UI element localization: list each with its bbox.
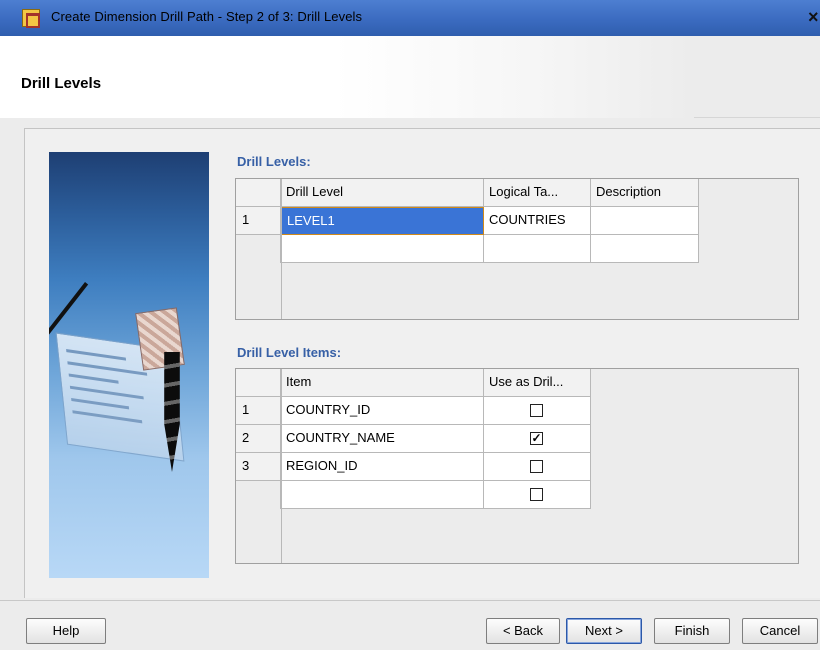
column-header-description[interactable]: Description [591,179,699,207]
use-as-drill-cell [484,481,591,509]
column-header-use-as-drill[interactable]: Use as Dril... [484,369,591,397]
row-header-corner [236,179,281,207]
drill-level-cell[interactable]: LEVEL1 [281,207,484,235]
use-as-drill-cell [484,453,591,481]
drill-level-cell[interactable] [281,235,484,263]
drill-level-items-table: Item Use as Dril... 1 COUNTRY_ID 2 COUNT… [235,368,799,564]
row-number: 1 [236,397,281,425]
description-cell[interactable] [591,207,699,235]
header-gradient [334,36,694,118]
checkbox-icon[interactable] [530,404,543,417]
item-cell[interactable]: REGION_ID [281,453,484,481]
row-number: 3 [236,453,281,481]
column-header-logical-table[interactable]: Logical Ta... [484,179,591,207]
logical-table-cell[interactable] [484,235,591,263]
use-as-drill-cell [484,397,591,425]
help-button[interactable]: Help [26,618,106,644]
logical-table-cell[interactable]: COUNTRIES [484,207,591,235]
drill-level-items-label: Drill Level Items: [237,345,342,360]
use-as-drill-cell: ✓ [484,425,591,453]
drill-levels-table: Drill Level Logical Ta... Description 1 … [235,178,799,320]
row-number: 1 [236,207,281,235]
row-header-corner [236,369,281,397]
footer-divider [0,600,820,601]
cancel-button[interactable]: Cancel [742,618,818,644]
checkbox-icon[interactable] [530,488,543,501]
checkbox-icon[interactable] [530,460,543,473]
back-button[interactable]: < Back [486,618,560,644]
close-icon[interactable]: × [808,7,819,28]
next-button[interactable]: Next > [566,618,642,644]
checkbox-icon[interactable]: ✓ [530,432,543,445]
description-cell[interactable] [591,235,699,263]
column-header-item[interactable]: Item [281,369,484,397]
item-cell[interactable] [281,481,484,509]
window-title: Create Dimension Drill Path - Step 2 of … [51,9,363,24]
app-icon [22,9,40,28]
finish-button[interactable]: Finish [654,618,730,644]
item-cell[interactable]: COUNTRY_NAME [281,425,484,453]
row-number [236,235,281,263]
row-number [236,481,281,509]
row-number: 2 [236,425,281,453]
drill-levels-label: Drill Levels: [237,154,311,169]
item-cell[interactable]: COUNTRY_ID [281,397,484,425]
wizard-illustration [49,152,209,578]
page-title: Drill Levels [21,75,102,92]
column-header-drill-level[interactable]: Drill Level [281,179,484,207]
